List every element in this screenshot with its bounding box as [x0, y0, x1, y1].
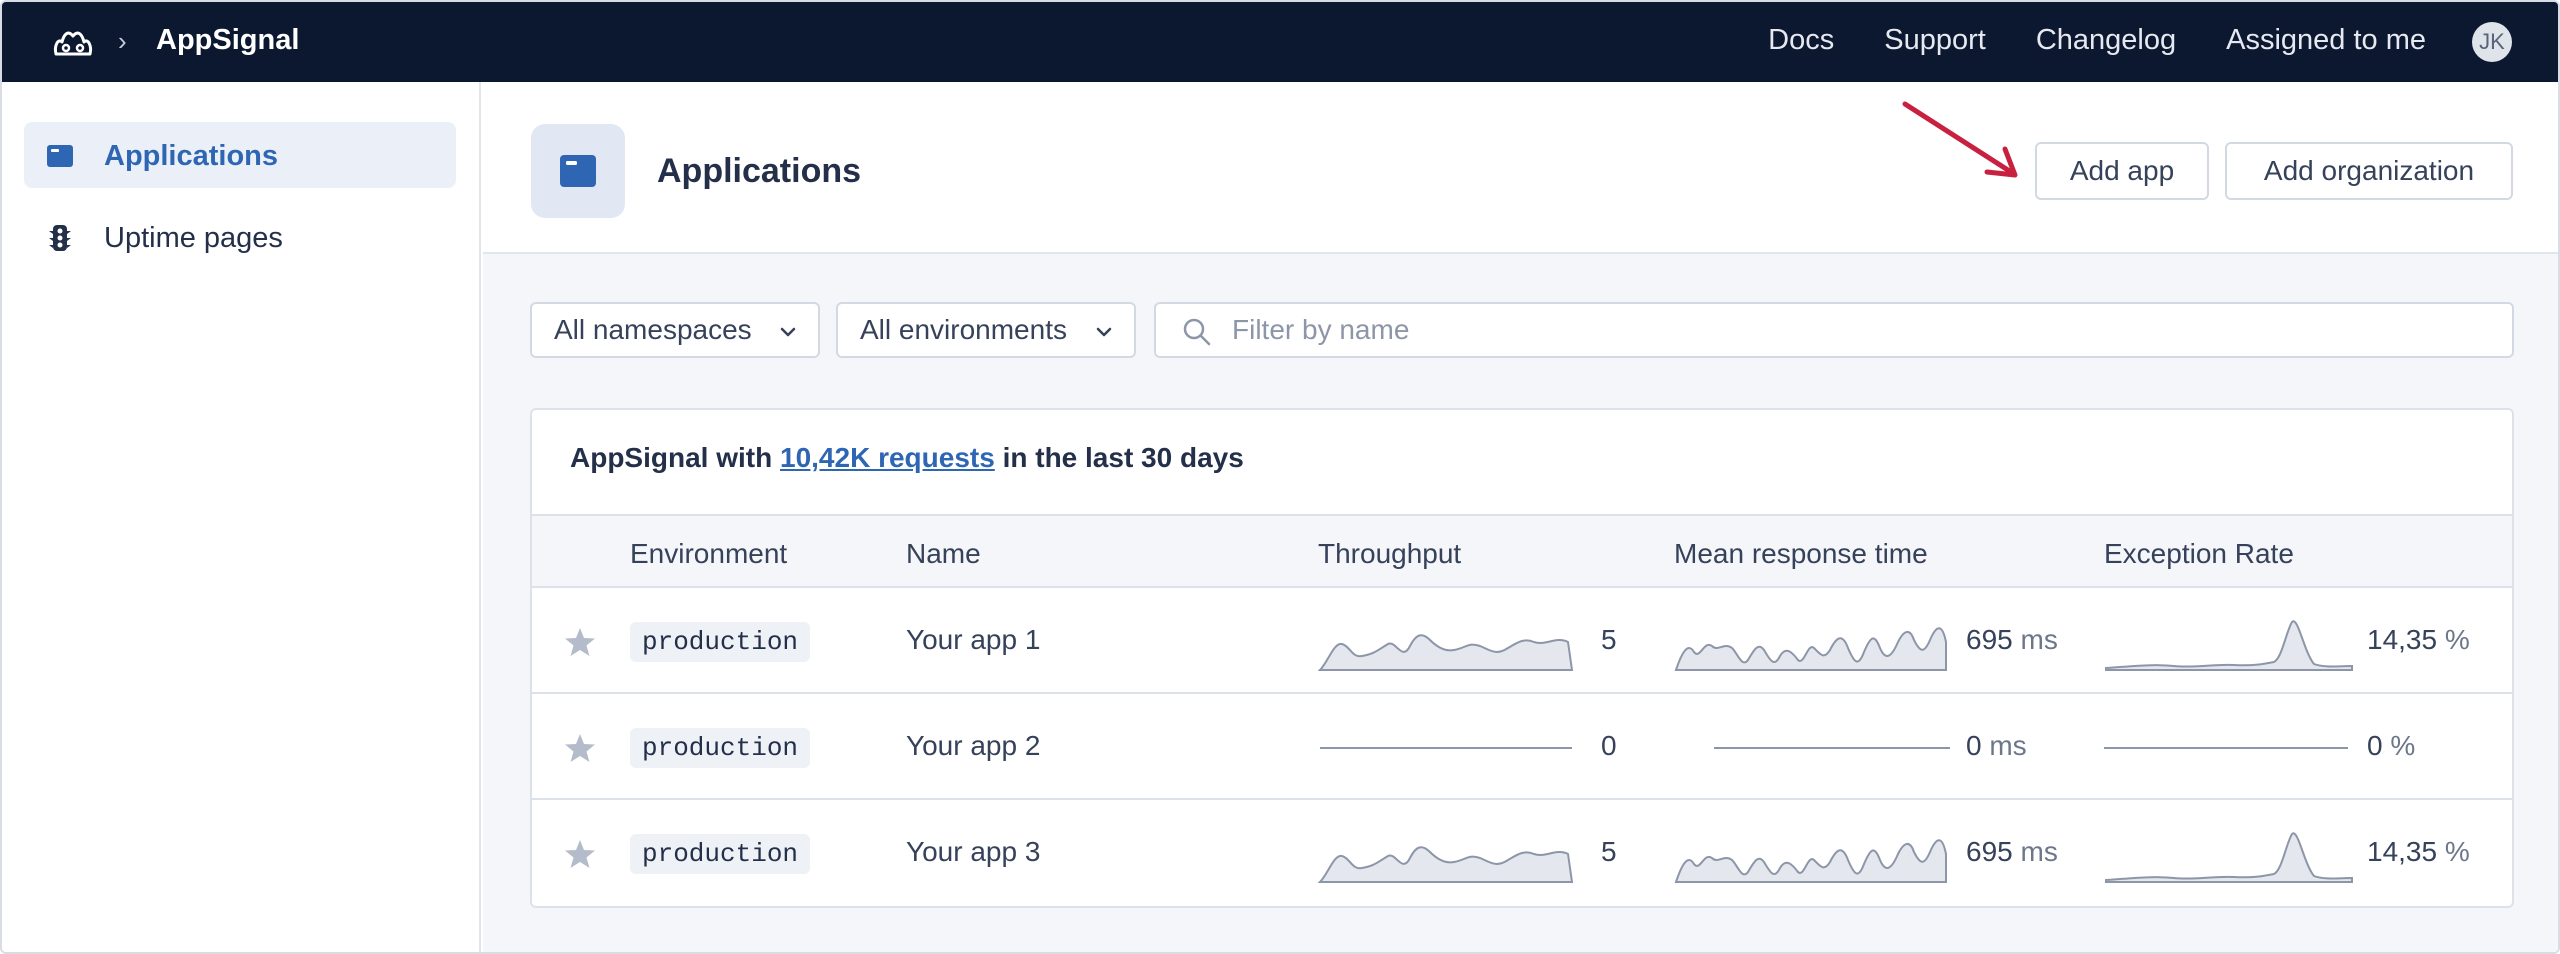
throughput-sparkline [1320, 747, 1572, 749]
sidebar-item-uptime-pages[interactable]: Uptime pages [24, 204, 456, 270]
user-avatar[interactable]: JK [2472, 22, 2512, 62]
column-throughput[interactable]: Throughput [1318, 538, 1461, 570]
star-icon[interactable] [564, 732, 596, 764]
response-time-sparkline [1674, 627, 1947, 671]
top-navigation-bar: › AppSignal Docs Support Changelog Assig… [2, 2, 2558, 82]
page-header: Applications Add app Add organization [483, 82, 2558, 254]
throughput-value: 5 [1601, 624, 1617, 655]
table-row[interactable]: production Your app 3 5 695 ms 14,35 % [532, 800, 2512, 906]
exception-rate-value: 0 % [2367, 730, 2415, 762]
search-icon [1183, 318, 1211, 346]
sidebar-item-applications[interactable]: Applications [24, 122, 456, 188]
exception-rate-number: 0 [2367, 730, 2383, 761]
app-name-link[interactable]: Your app 3 [906, 836, 1040, 868]
chevron-down-icon [780, 327, 796, 337]
table-row[interactable]: production Your app 2 0 0 ms 0 % [532, 694, 2512, 800]
column-exception-rate[interactable]: Exception Rate [2104, 538, 2294, 570]
traffic-light-icon [49, 225, 71, 251]
environment-badge: production [630, 728, 811, 768]
app-window: › AppSignal Docs Support Changelog Assig… [0, 0, 2560, 954]
exception-rate-value: 14,35 % [2367, 836, 2470, 868]
environment-badge: production [630, 834, 811, 874]
response-time-sparkline [1714, 747, 1950, 749]
sidebar-item-label: Applications [104, 140, 279, 172]
exception-rate-sparkline [2104, 747, 2348, 749]
card-title: AppSignal with 10,42K requests in the la… [570, 442, 1244, 474]
docs-link[interactable]: Docs [1768, 24, 1834, 57]
throughput-value: 0 [1601, 730, 1617, 761]
environment-select-value: All environments [860, 314, 1067, 345]
requests-link[interactable]: 10,42K requests [780, 442, 995, 473]
breadcrumb-brand[interactable]: AppSignal [156, 24, 299, 57]
exception-rate-sparkline [2105, 832, 2353, 883]
response-time-value: 695 ms [1966, 624, 2058, 656]
column-mean-response-time[interactable]: Mean response time [1674, 538, 1928, 570]
app-name-link[interactable]: Your app 2 [906, 730, 1040, 762]
namespace-select[interactable]: All namespaces [530, 302, 820, 358]
annotation-arrow-icon [1902, 101, 2018, 178]
response-time-sparkline [1674, 839, 1947, 883]
app-window-icon [560, 155, 596, 187]
support-link[interactable]: Support [1884, 24, 1986, 57]
column-name[interactable]: Name [906, 538, 981, 570]
star-icon[interactable] [564, 626, 596, 658]
exception-rate-unit: % [2390, 730, 2416, 761]
throughput-sparkline [1318, 634, 1574, 671]
exception-rate-value: 14,35 % [2367, 624, 2470, 656]
app-name-link[interactable]: Your app 1 [906, 624, 1040, 656]
app-window-icon [47, 145, 73, 167]
response-time-value: 0 ms [1966, 730, 2027, 762]
chevron-down-icon [1096, 327, 1112, 337]
assigned-to-me-link[interactable]: Assigned to me [2226, 24, 2426, 57]
add-organization-button[interactable]: Add organization [2225, 142, 2513, 200]
exception-rate-number: 14,35 [2367, 624, 2438, 655]
response-time-number: 695 [1966, 624, 2013, 655]
throughput-sparkline [1318, 846, 1574, 883]
filter-by-name-field[interactable] [1154, 302, 2514, 358]
response-time-unit: ms [1989, 730, 2027, 761]
exception-rate-unit: % [2444, 624, 2470, 655]
table-row[interactable]: production Your app 1 5 695 ms 14,35 % [532, 588, 2512, 694]
response-time-value: 695 ms [1966, 836, 2058, 868]
throughput-value: 5 [1601, 836, 1617, 867]
star-icon[interactable] [564, 838, 596, 870]
response-time-number: 0 [1966, 730, 1982, 761]
appsignal-logo-icon[interactable] [52, 24, 94, 60]
add-app-button[interactable]: Add app [2035, 142, 2209, 200]
response-time-unit: ms [2020, 624, 2058, 655]
page-title: Applications [657, 152, 862, 190]
filter-by-name-input[interactable] [1232, 312, 2432, 348]
top-nav-links: Docs Support Changelog Assigned to me [1768, 24, 2426, 57]
page-icon [531, 124, 625, 218]
exception-rate-sparkline [2105, 620, 2353, 671]
environment-badge: production [630, 622, 811, 662]
applications-card: AppSignal with 10,42K requests in the la… [530, 408, 2514, 908]
sidebar-item-label: Uptime pages [104, 222, 283, 254]
changelog-link[interactable]: Changelog [2036, 24, 2176, 57]
card-title-prefix: AppSignal with [570, 442, 780, 473]
exception-rate-number: 14,35 [2367, 836, 2438, 867]
column-environment[interactable]: Environment [630, 538, 787, 570]
environment-select[interactable]: All environments [836, 302, 1136, 358]
response-time-unit: ms [2020, 836, 2058, 867]
response-time-number: 695 [1966, 836, 2013, 867]
exception-rate-unit: % [2444, 836, 2470, 867]
table-header: Environment Name Throughput Mean respons… [532, 514, 2512, 588]
sidebar: Applications Uptime pages [2, 82, 481, 952]
namespace-select-value: All namespaces [554, 314, 752, 345]
card-title-suffix: in the last 30 days [994, 442, 1244, 473]
breadcrumb-separator: › [118, 26, 127, 56]
main-content: All namespaces All environments AppSigna… [483, 254, 2558, 952]
